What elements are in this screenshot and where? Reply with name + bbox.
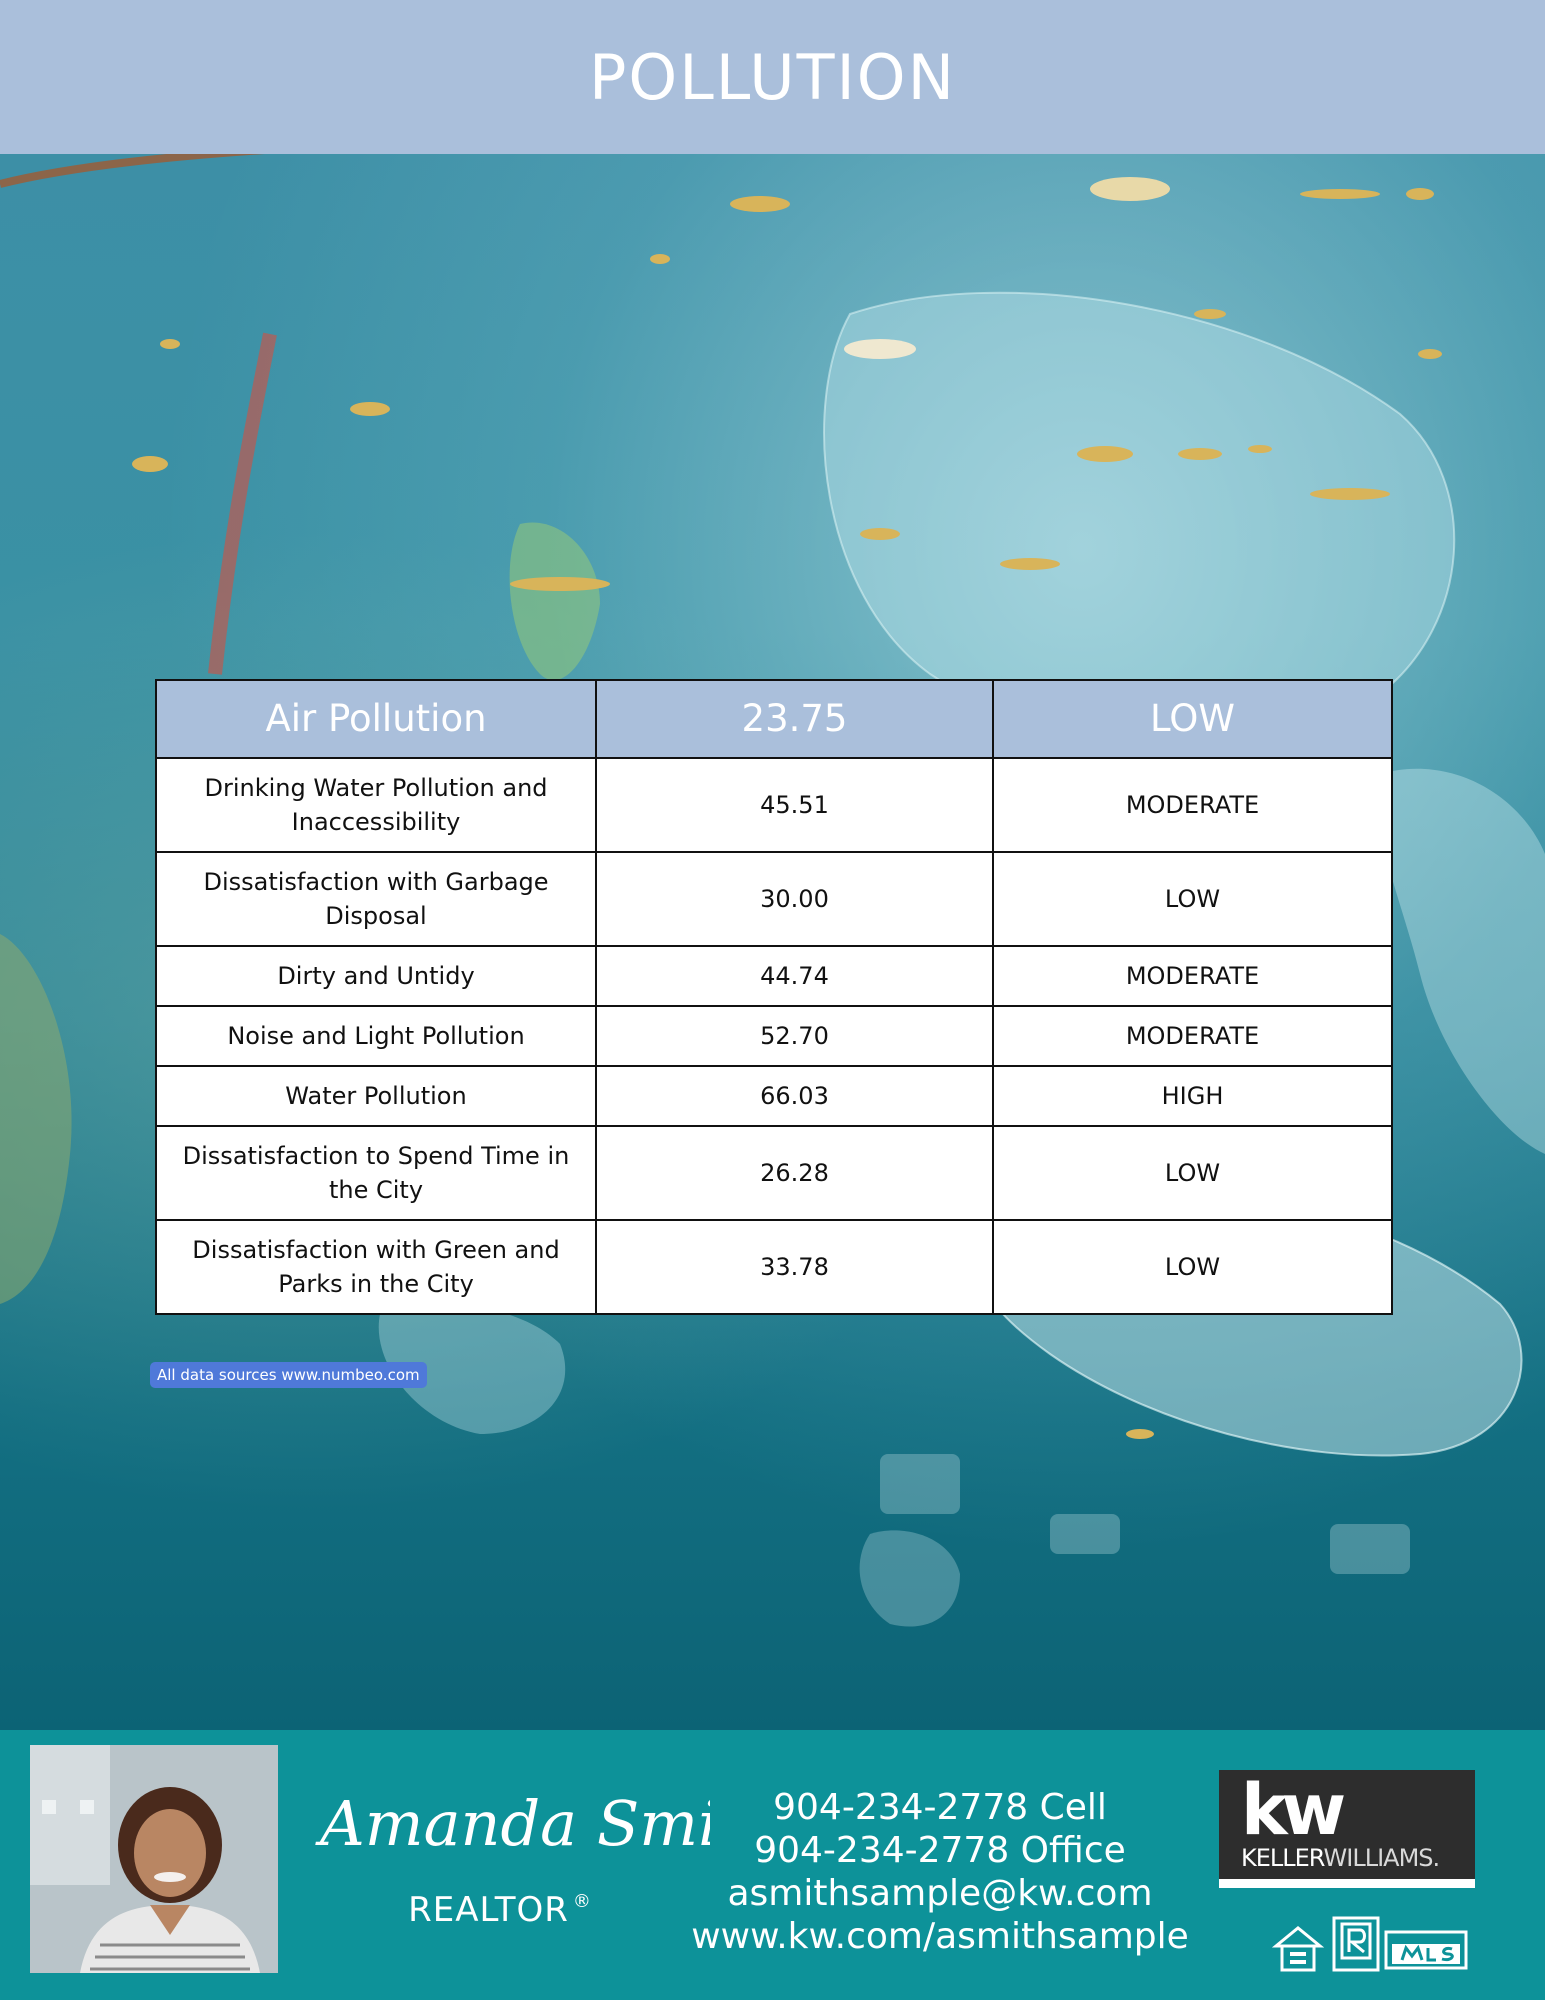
phone-cell: 904-234-2778 Cell (773, 1787, 1107, 1828)
row-level: MODERATE (992, 1005, 1393, 1067)
row-value: 30.00 (595, 851, 994, 947)
equal-housing-opportunity-icon (1272, 1926, 1325, 1972)
email-address: asmithsample@kw.com (727, 1873, 1153, 1914)
kw-logo-name: KELLERWILLIAMS. (1241, 1844, 1441, 1872)
row-label: Drinking Water Pollution and Inaccessibi… (155, 757, 597, 853)
agent-signature: Amanda Smith (315, 1787, 710, 1860)
row-value: 45.51 (595, 757, 994, 853)
kw-logo-name-light: WILLIAMS. (1323, 1844, 1441, 1872)
agent-footer: Amanda Smith REALTOR® 904-234-2778 Cell … (0, 1730, 1545, 2000)
row-value: 52.70 (595, 1005, 994, 1067)
row-level: HIGH (992, 1065, 1393, 1127)
row-level: LOW (992, 851, 1393, 947)
row-level: LOW (992, 1125, 1393, 1221)
agent-contact-block: 904-234-2778 Cell 904-234-2778 Office as… (690, 1786, 1190, 1958)
data-source-note: All data sources www.numbeo.com (150, 1362, 427, 1388)
table-header-row: Air Pollution 23.75 LOW (155, 679, 1393, 759)
row-value: 66.03 (595, 1065, 994, 1127)
header-label-cell: Air Pollution (155, 679, 597, 759)
kw-logo-name-bold: KELLER (1241, 1844, 1325, 1872)
row-label: Dissatisfaction to Spend Time in the Cit… (155, 1125, 597, 1221)
row-value: 44.74 (595, 945, 994, 1007)
row-label: Dirty and Untidy (155, 945, 597, 1007)
website-url: www.kw.com/asmithsample (691, 1916, 1189, 1957)
realtor-r-icon (1332, 1916, 1380, 1972)
header-value-cell: 23.75 (595, 679, 994, 759)
row-value: 33.78 (595, 1219, 994, 1315)
row-label: Noise and Light Pollution (155, 1005, 597, 1067)
page-title: POLLUTION (589, 40, 956, 114)
table-row: Dirty and Untidy 44.74 MODERATE (155, 945, 1393, 1007)
row-level: LOW (992, 1219, 1393, 1315)
table-row: Dissatisfaction with Garbage Disposal 30… (155, 851, 1393, 947)
phone-office: 904-234-2778 Office (754, 1830, 1126, 1871)
table-row: Dissatisfaction to Spend Time in the Cit… (155, 1125, 1393, 1221)
mls-icon (1384, 1930, 1468, 1970)
agent-portrait-illustration (30, 1745, 278, 1973)
table-row: Drinking Water Pollution and Inaccessibi… (155, 757, 1393, 853)
header-level-cell: LOW (992, 679, 1393, 759)
row-level: MODERATE (992, 757, 1393, 853)
registered-mark: ® (572, 1891, 592, 1912)
table-row: Dissatisfaction with Green and Parks in … (155, 1219, 1393, 1315)
signature-text: Amanda Smith (315, 1787, 710, 1860)
keller-williams-logo: kw KELLERWILLIAMS. (1219, 1770, 1475, 1888)
agent-title: REALTOR ® (340, 1890, 660, 1930)
row-value: 26.28 (595, 1125, 994, 1221)
header-band: POLLUTION (0, 0, 1545, 154)
housing-badges (1272, 1916, 1468, 1972)
kw-logo-mark: kw (1241, 1769, 1346, 1851)
agent-photo (30, 1745, 278, 1973)
table-row: Water Pollution 66.03 HIGH (155, 1065, 1393, 1127)
pollution-table: Air Pollution 23.75 LOW Drinking Water P… (155, 679, 1393, 1315)
row-label: Dissatisfaction with Green and Parks in … (155, 1219, 597, 1315)
row-label: Dissatisfaction with Garbage Disposal (155, 851, 597, 947)
table-row: Noise and Light Pollution 52.70 MODERATE (155, 1005, 1393, 1067)
row-label: Water Pollution (155, 1065, 597, 1127)
row-level: MODERATE (992, 945, 1393, 1007)
agent-title-text: REALTOR (408, 1890, 569, 1930)
